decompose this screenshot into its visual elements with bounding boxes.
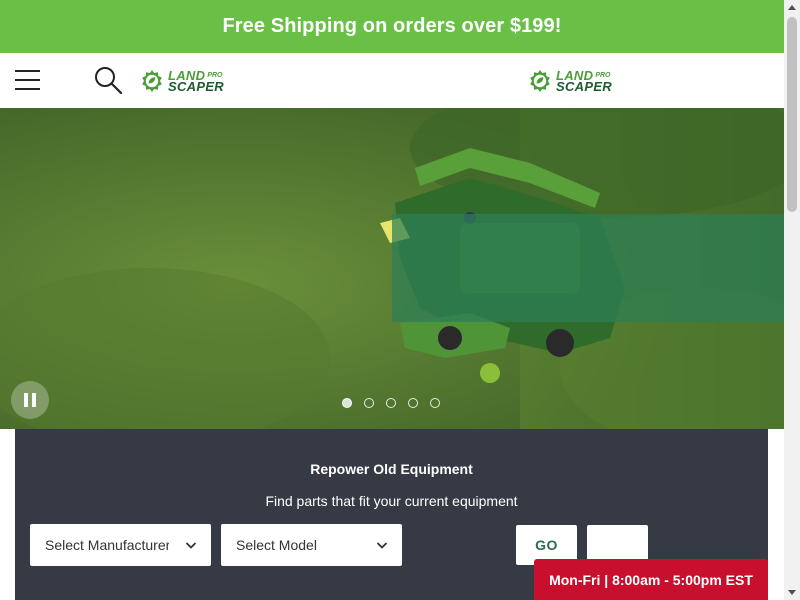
page-scrollbar[interactable]	[784, 0, 800, 600]
promo-banner[interactable]: Free Shipping on orders over $199!	[0, 0, 784, 53]
manufacturer-select[interactable]: Select Manufacturer	[30, 524, 211, 566]
header-logo-center[interactable]: LAND PRO SCAPER	[528, 67, 612, 95]
model-select-value: Select Model	[236, 537, 317, 553]
header-logo-left[interactable]: LAND PRO SCAPER	[140, 67, 224, 95]
logo-scaper: SCAPER	[556, 79, 612, 94]
search-icon	[95, 67, 123, 95]
pause-button[interactable]	[11, 381, 49, 419]
hamburger-icon	[15, 70, 40, 72]
chevron-down-icon	[185, 542, 197, 549]
logo-scaper: SCAPER	[168, 79, 224, 94]
chevron-down-icon	[376, 542, 388, 549]
carousel-dot-2[interactable]	[364, 398, 374, 408]
carousel-dot-1[interactable]	[342, 398, 352, 408]
scrollbar-thumb[interactable]	[787, 17, 797, 212]
menu-button[interactable]	[15, 69, 40, 91]
logo-wordmark: LAND PRO SCAPER	[168, 69, 224, 94]
hero-carousel[interactable]	[0, 108, 784, 429]
logo-wordmark: LAND PRO SCAPER	[556, 69, 612, 94]
scroll-up-icon[interactable]	[788, 5, 796, 10]
hero-caption-panel	[392, 214, 784, 322]
carousel-dot-3[interactable]	[386, 398, 396, 408]
leaf-badge-icon	[530, 70, 550, 92]
repower-subtitle: Find parts that fit your current equipme…	[265, 493, 518, 509]
page: Free Shipping on orders over $199! LAND …	[0, 0, 784, 600]
repower-title: Repower Old Equipment	[310, 461, 473, 477]
carousel-dot-5[interactable]	[430, 398, 440, 408]
carousel-dots	[342, 398, 440, 408]
search-button[interactable]	[93, 65, 123, 95]
manufacturer-select-value: Select Manufacturer	[45, 537, 169, 553]
carousel-dot-4[interactable]	[408, 398, 418, 408]
business-hours-badge[interactable]: Mon-Fri | 8:00am - 5:00pm EST	[534, 559, 768, 600]
promo-text: Free Shipping on orders over $199!	[222, 15, 562, 37]
model-select[interactable]: Select Model	[221, 524, 402, 566]
site-header: LAND PRO SCAPER LAND PRO SCAPER	[0, 53, 784, 108]
scroll-down-icon[interactable]	[788, 590, 796, 595]
leaf-badge-icon	[142, 70, 162, 92]
pause-icon	[24, 393, 28, 407]
